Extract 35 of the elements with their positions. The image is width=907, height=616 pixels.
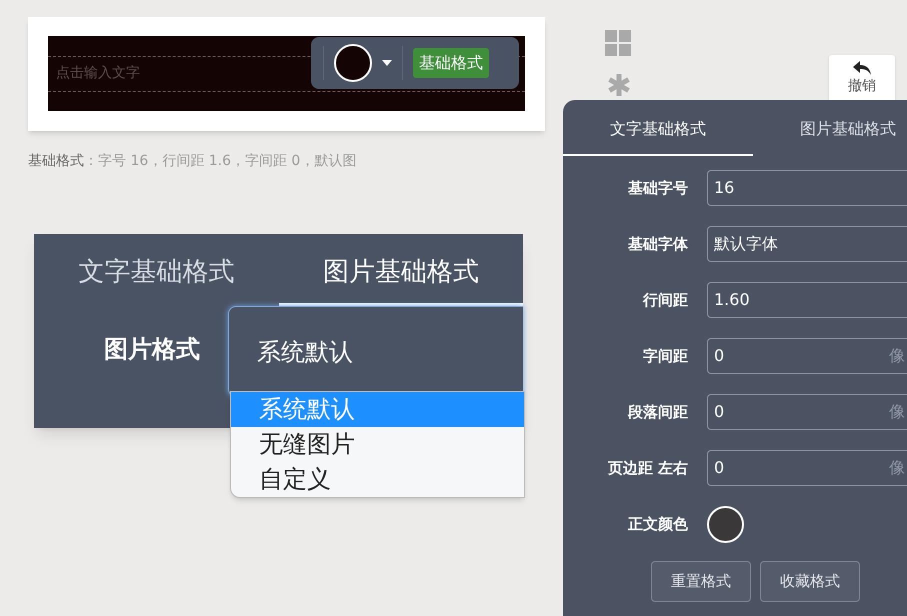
field-label: 字间距	[642, 346, 688, 367]
field-label: 页边距 左右	[606, 458, 688, 479]
color-swatch[interactable]	[334, 44, 372, 82]
dropdown-option[interactable]: 无缝图片	[231, 427, 524, 462]
input-field[interactable]: 1.60	[707, 282, 907, 318]
text-editor[interactable]: 点击输入文字 基础格式	[48, 36, 525, 111]
placeholder-text: 点击输入文字	[56, 64, 140, 83]
color-swatch[interactable]	[707, 506, 744, 543]
format-button[interactable]: 基础格式	[413, 48, 489, 78]
caption-text: ：字号 16，行间距 1.6，字间距 0，默认图	[84, 152, 356, 171]
panel-button[interactable]: 重置格式	[651, 561, 751, 602]
input-field[interactable]: 16	[707, 170, 907, 206]
input-field[interactable]: 0 像	[707, 450, 907, 486]
dropdown-option[interactable]: 自定义	[231, 462, 524, 497]
unit-label: 像	[889, 401, 905, 423]
unit-label: 像	[889, 345, 905, 367]
unit-label: 像	[889, 457, 905, 479]
tab[interactable]: 文字基础格式	[563, 100, 753, 156]
field-label: 图片格式	[103, 334, 201, 364]
caption-label: 基础格式	[28, 152, 84, 171]
field-label: 基础字号	[627, 178, 688, 199]
tab[interactable]: 图片基础格式	[753, 100, 907, 156]
tab[interactable]: 文字基础格式	[34, 234, 278, 307]
field-label: 正文颜色	[627, 514, 688, 536]
input-field[interactable]: 默认字体	[707, 226, 907, 262]
caret-icon[interactable]	[382, 60, 392, 66]
undo-button[interactable]: 撤销	[829, 55, 895, 100]
undo-icon	[853, 61, 871, 75]
field-label: 基础字体	[627, 234, 688, 255]
input-field[interactable]: 0 像	[707, 338, 907, 374]
tab[interactable]: 图片基础格式	[278, 234, 523, 307]
input-field[interactable]: 0 像	[707, 394, 907, 430]
field-label: 段落间距	[626, 402, 688, 423]
panel-button[interactable]: 收藏格式	[760, 561, 860, 602]
field-label: 行间距	[642, 290, 688, 311]
